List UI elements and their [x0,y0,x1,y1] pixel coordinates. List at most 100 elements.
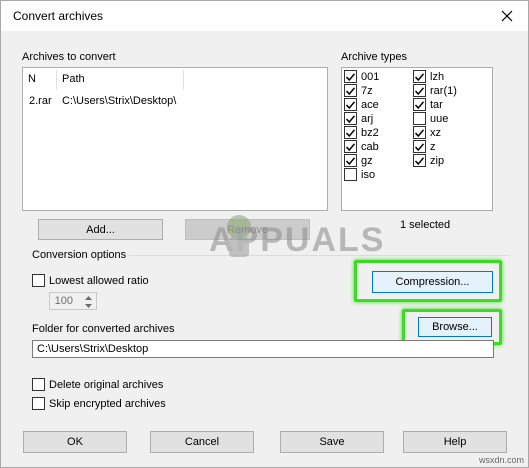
archive-type-label: tar [430,98,443,111]
ok-button[interactable]: OK [23,431,127,453]
archive-type-z-checkbox[interactable]: z [413,140,436,153]
checkmark-icon [346,142,355,151]
browse-button-label: Browse... [432,321,478,333]
archive-type-tar-checkbox[interactable]: tar [413,98,443,111]
archives-to-convert-label: Archives to convert [22,51,116,63]
checkmark-icon [415,142,424,151]
close-button[interactable] [496,5,518,27]
archive-types-list: 001 7z ace arj bz2 cab gz iso lzh rar(1) tar uue xz… [341,67,493,211]
archive-type-label: cab [361,140,379,153]
checkbox-box[interactable] [344,126,357,139]
checkmark-icon [346,128,355,137]
checkmark-icon [415,156,424,165]
checkmark-icon [346,114,355,123]
checkmark-icon [346,86,355,95]
archive-type-label: 001 [361,70,380,83]
ratio-spinbox[interactable]: 100 [49,292,97,310]
checkbox-box[interactable] [344,112,357,125]
archive-type-label: gz [361,154,373,167]
checkbox-box[interactable] [413,154,426,167]
archive-type-bz2-checkbox[interactable]: bz2 [344,126,379,139]
checkmark-icon [415,86,424,95]
archive-type-zip-checkbox[interactable]: zip [413,154,444,167]
archive-type-arj-checkbox[interactable]: arj [344,112,373,125]
checkbox-box[interactable] [344,70,357,83]
checkbox-box[interactable] [32,378,45,391]
archive-type-gz-checkbox[interactable]: gz [344,154,373,167]
folder-label: Folder for converted archives [32,323,175,335]
archive-type-label: xz [430,126,441,139]
archive-type-001-checkbox[interactable]: 001 [344,70,379,83]
archive-type-ace-checkbox[interactable]: ace [344,98,379,111]
skip-encrypted-checkbox[interactable]: Skip encrypted archives [32,397,166,410]
checkmark-icon [346,100,355,109]
table-row[interactable]: 2.rar C:\Users\Strix\Desktop\ [23,94,327,110]
archive-type-uue-checkbox[interactable]: uue [413,112,448,125]
window-title: Convert archives [13,9,104,23]
archives-list[interactable]: N Path 2.rar C:\Users\Strix\Desktop\ [22,67,328,211]
ratio-value: 100 [54,295,73,307]
compression-button[interactable]: Compression... [372,271,493,293]
checkbox-box[interactable] [344,154,357,167]
archive-types-label: Archive types [341,51,408,63]
save-button-label: Save [319,436,345,448]
archive-type-rar1-checkbox[interactable]: rar(1) [413,84,457,97]
checkbox-box[interactable] [413,112,426,125]
archive-type-7z-checkbox[interactable]: 7z [344,84,373,97]
archive-type-label: rar(1) [430,84,457,97]
checkbox-box[interactable] [32,397,45,410]
save-button[interactable]: Save [280,431,384,453]
archive-type-label: arj [361,112,374,125]
cancel-button-label: Cancel [184,436,220,448]
folder-path-value: C:\Users\Strix\Desktop [37,343,149,355]
help-button[interactable]: Help [403,431,507,453]
close-icon [501,10,513,22]
delete-original-checkbox[interactable]: Delete original archives [32,378,163,391]
archive-type-iso-checkbox[interactable]: iso [344,168,375,181]
skip-encrypted-label: Skip encrypted archives [49,397,166,410]
checkbox-box[interactable] [413,84,426,97]
archive-type-label: uue [430,112,449,125]
column-separator[interactable] [183,70,184,90]
browse-button[interactable]: Browse... [418,317,492,337]
checkmark-icon [346,72,355,81]
spin-up-button[interactable] [82,294,95,301]
lowest-ratio-checkbox[interactable]: Lowest allowed ratio [32,274,149,287]
add-button-label: Add... [86,223,115,236]
archive-type-label: z [430,140,436,153]
remove-button[interactable]: Remove [185,219,310,240]
checkbox-box[interactable] [32,274,45,287]
checkmark-icon [415,72,424,81]
checkmark-icon [415,128,424,137]
column-header-n[interactable]: N [23,68,53,92]
cancel-button[interactable]: Cancel [150,431,254,453]
selected-count: 1 selected [400,219,451,231]
archive-type-label: ace [361,98,379,111]
checkbox-box[interactable] [413,126,426,139]
archive-type-lzh-checkbox[interactable]: lzh [413,70,444,83]
checkbox-box[interactable] [344,140,357,153]
ok-button-label: OK [67,436,83,448]
archive-type-cab-checkbox[interactable]: cab [344,140,379,153]
checkbox-box[interactable] [344,84,357,97]
archive-type-label: zip [430,154,445,167]
checkbox-box[interactable] [413,98,426,111]
conversion-options-label: Conversion options [32,249,127,261]
chevron-down-icon [85,303,92,308]
chevron-up-icon [85,295,92,300]
add-button[interactable]: Add... [38,219,163,240]
archive-type-label: bz2 [361,126,379,139]
lowest-ratio-label: Lowest allowed ratio [49,274,149,287]
convert-archives-dialog: Convert archives Archives to convert N P… [0,0,529,468]
checkbox-box[interactable] [344,98,357,111]
checkbox-box[interactable] [344,168,357,181]
archive-type-label: iso [361,168,376,181]
column-header-path[interactable]: Path [57,68,185,92]
folder-path-input[interactable]: C:\Users\Strix\Desktop [32,340,494,358]
row-n-cell: 2.rar [29,95,52,107]
archive-type-xz-checkbox[interactable]: xz [413,126,441,139]
spin-down-button[interactable] [82,302,95,309]
compression-button-label: Compression... [395,276,470,288]
checkbox-box[interactable] [413,70,426,83]
checkbox-box[interactable] [413,140,426,153]
